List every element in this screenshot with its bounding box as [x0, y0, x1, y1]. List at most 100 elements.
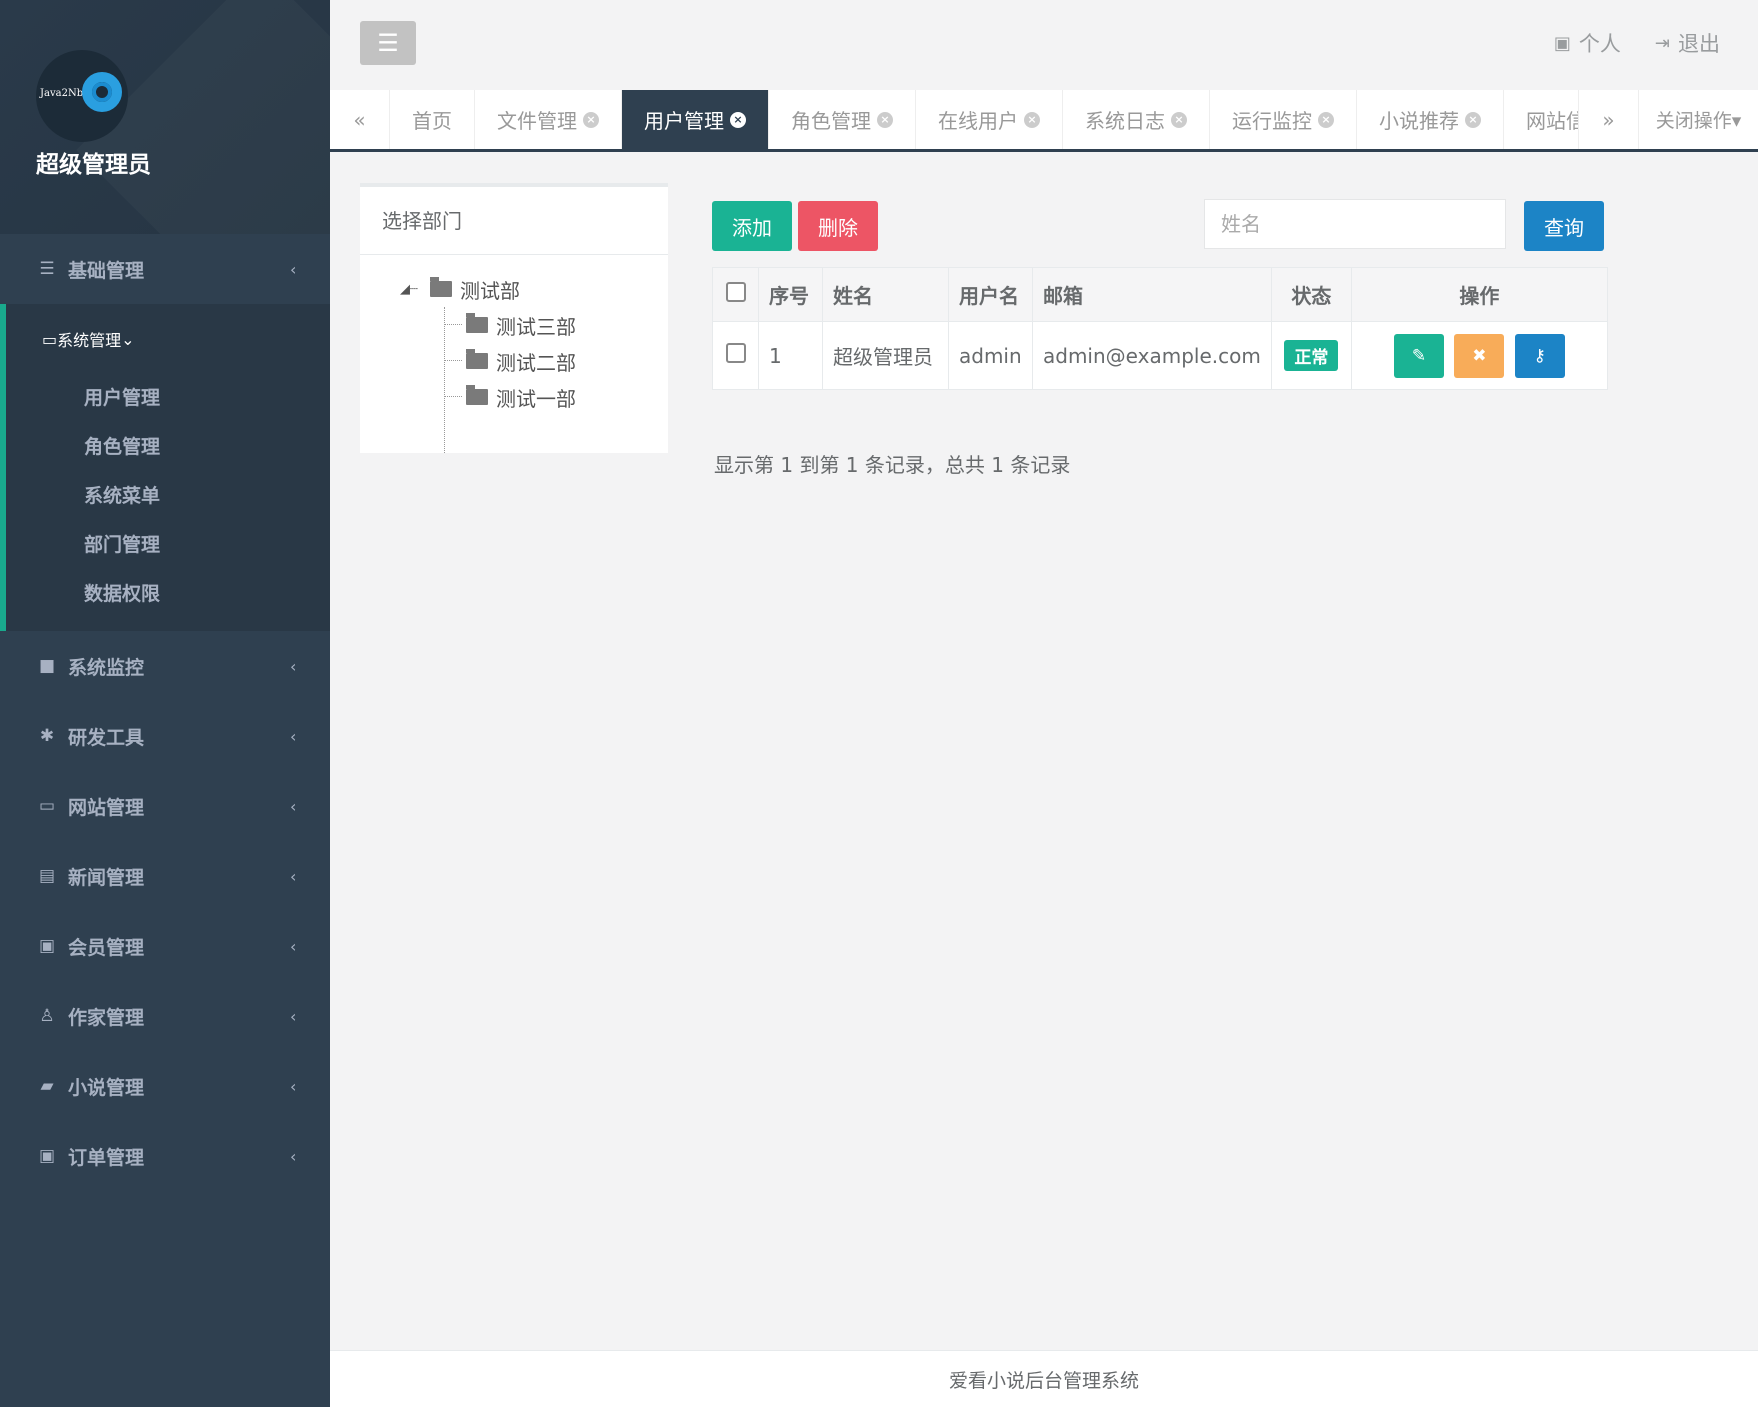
- chevron-left-icon: ‹: [290, 1006, 297, 1026]
- column-header[interactable]: 用户名: [948, 267, 1033, 322]
- sidebar-item-label: 基础管理: [68, 259, 145, 282]
- submenu-item-depts[interactable]: 部门管理: [6, 521, 330, 570]
- personal-link[interactable]: ▣ 个人: [1554, 28, 1621, 58]
- reset-password-button[interactable]: ⚷: [1514, 333, 1565, 378]
- tab-home[interactable]: 首页: [390, 90, 475, 149]
- close-icon[interactable]: ×: [1024, 111, 1040, 128]
- logout-link[interactable]: ⇥ 退出: [1655, 28, 1720, 58]
- close-icon[interactable]: ×: [1318, 111, 1334, 128]
- tab-online-users[interactable]: 在线用户 ×: [916, 90, 1063, 149]
- tab-role-management[interactable]: 角色管理 ×: [769, 90, 916, 149]
- sidebar-item-monitor[interactable]: ■ 系统监控 ‹: [0, 631, 330, 701]
- row-checkbox[interactable]: [725, 343, 746, 363]
- cell-actions: ✎ ✖ ⚷: [1350, 321, 1609, 390]
- close-icon[interactable]: ×: [1465, 111, 1481, 128]
- chevron-left-icon: ‹: [290, 1146, 297, 1166]
- sidebar-item-basic[interactable]: ☰ 基础管理 ‹: [0, 234, 330, 304]
- folder-icon: [466, 313, 488, 333]
- sidebar-item-novels[interactable]: ▰ 小说管理 ‹: [0, 1051, 330, 1121]
- close-operations-dropdown[interactable]: 关闭操作▾: [1638, 90, 1758, 149]
- tab-user-management[interactable]: 用户管理 ×: [622, 90, 769, 149]
- cell-index: 1: [758, 321, 823, 390]
- submenu-item-data-perms[interactable]: 数据权限: [6, 570, 330, 619]
- footer-text: 爱看小说后台管理系统: [948, 1369, 1139, 1392]
- sidebar-item-orders[interactable]: ▣ 订单管理 ‹: [0, 1121, 330, 1191]
- chevron-left-icon: ‹: [290, 936, 297, 956]
- sidebar-item-authors[interactable]: ♙ 作家管理 ‹: [0, 981, 330, 1051]
- tabs-prev-button[interactable]: «: [330, 90, 390, 149]
- tree-node[interactable]: 测试三部: [400, 307, 668, 343]
- cog-icon: ✱: [39, 726, 55, 746]
- video-camera-icon: ■: [38, 656, 56, 676]
- chevron-down-icon: ⌄: [121, 329, 135, 349]
- sidebar-item-label: 研发工具: [68, 726, 145, 749]
- times-icon: ✖: [1472, 345, 1487, 366]
- column-header[interactable]: 邮箱: [1032, 267, 1272, 322]
- topbar-actions: ▣ 个人 ⇥ 退出: [1554, 28, 1720, 58]
- query-button[interactable]: 查询: [1524, 201, 1604, 251]
- cell-name: 超级管理员: [822, 321, 949, 390]
- chevron-left-icon: ‹: [290, 726, 297, 746]
- gear-logo-icon: [82, 72, 122, 112]
- tab-runtime-monitor[interactable]: 运行监控 ×: [1210, 90, 1357, 149]
- sidebar-item-label: 系统管理: [57, 331, 122, 350]
- sidebar-item-label: 订单管理: [68, 1146, 145, 1169]
- footer: 爱看小说后台管理系统: [330, 1350, 1758, 1407]
- edit-button[interactable]: ✎: [1394, 333, 1445, 378]
- avatar[interactable]: Java2Nb: [36, 50, 128, 142]
- tab-label: 用户管理: [644, 109, 724, 133]
- tab-website-info[interactable]: 网站信: [1504, 90, 1578, 149]
- submenu-item-menus[interactable]: 系统菜单: [6, 472, 330, 521]
- sidebar-item-news[interactable]: ▤ 新闻管理 ‹: [0, 841, 330, 911]
- chevron-left-icon: ‹: [290, 796, 297, 816]
- sign-out-icon: ⇥: [1654, 32, 1670, 54]
- submenu-item-roles[interactable]: 角色管理: [6, 423, 330, 472]
- chevron-left-icon: ‹: [290, 656, 297, 676]
- sidebar-toggle-button[interactable]: ☰: [360, 21, 416, 65]
- table-header-row: 序号 姓名 用户名 邮箱 状态 操作: [712, 267, 1609, 322]
- remove-button[interactable]: ✖: [1454, 333, 1505, 378]
- sidebar-item-devtools[interactable]: ✱ 研发工具 ‹: [0, 701, 330, 771]
- sidebar-item-website[interactable]: ▭ 网站管理 ‹: [0, 771, 330, 841]
- tree-node[interactable]: 测试二部: [400, 343, 668, 379]
- cell-status: 正常: [1270, 321, 1352, 390]
- close-icon[interactable]: ×: [1171, 111, 1187, 128]
- tab-novel-recommend[interactable]: 小说推荐 ×: [1357, 90, 1504, 149]
- tab-label: 角色管理: [791, 109, 871, 133]
- close-icon[interactable]: ×: [583, 111, 599, 128]
- column-header[interactable]: 姓名: [822, 267, 949, 322]
- tab-system-log[interactable]: 系统日志 ×: [1063, 90, 1210, 149]
- department-panel-title: 选择部门: [360, 187, 668, 255]
- table-row[interactable]: 1 超级管理员 admin admin@example.com 正常 ✎ ✖ ⚷: [712, 321, 1609, 390]
- close-icon[interactable]: ×: [877, 111, 893, 128]
- role-name[interactable]: 超级管理员: [36, 145, 151, 179]
- id-card-icon: ▣: [1553, 32, 1571, 54]
- column-header[interactable]: 状态: [1270, 267, 1352, 322]
- select-all-checkbox[interactable]: [725, 282, 746, 302]
- folder-icon: [466, 349, 488, 369]
- tree-node[interactable]: 测试一部: [400, 379, 668, 415]
- delete-button[interactable]: 删除: [798, 201, 878, 251]
- tree-node-label: 测试部: [460, 278, 520, 303]
- main-content: 选择部门 ◢┈ 测试部 测试三部 测试二部 测试一部 添加 删除 姓名 查询 序…: [330, 153, 1758, 1350]
- money-icon: ▣: [38, 1146, 56, 1166]
- name-search-input[interactable]: [1204, 199, 1506, 249]
- tree-node-label: 测试一部: [496, 386, 576, 411]
- tree-expander-icon[interactable]: ◢┈: [400, 282, 430, 297]
- users-table: 序号 姓名 用户名 邮箱 状态 操作 1 超级管理员 admin admin@e…: [712, 267, 1609, 390]
- personal-label: 个人: [1578, 32, 1621, 56]
- column-header[interactable]: 序号: [758, 267, 823, 322]
- close-icon[interactable]: ×: [730, 111, 746, 128]
- add-button[interactable]: 添加: [712, 201, 792, 251]
- sidebar-item-members[interactable]: ▣ 会员管理 ‹: [0, 911, 330, 981]
- tree-node-label: 测试三部: [496, 314, 576, 339]
- sidebar-item-system-header[interactable]: ▭ 系统管理 ⌄: [6, 304, 330, 374]
- tree-node-root[interactable]: ◢┈ 测试部: [400, 271, 668, 307]
- id-card-icon: ▣: [38, 936, 56, 956]
- edit-icon: ✎: [1411, 345, 1427, 366]
- chevron-left-icon: ‹: [290, 259, 297, 279]
- desktop-icon: ▭: [38, 796, 56, 816]
- tab-file-management[interactable]: 文件管理 ×: [475, 90, 622, 149]
- submenu-item-users[interactable]: 用户管理: [6, 374, 330, 423]
- tabs-next-button[interactable]: »: [1578, 90, 1638, 149]
